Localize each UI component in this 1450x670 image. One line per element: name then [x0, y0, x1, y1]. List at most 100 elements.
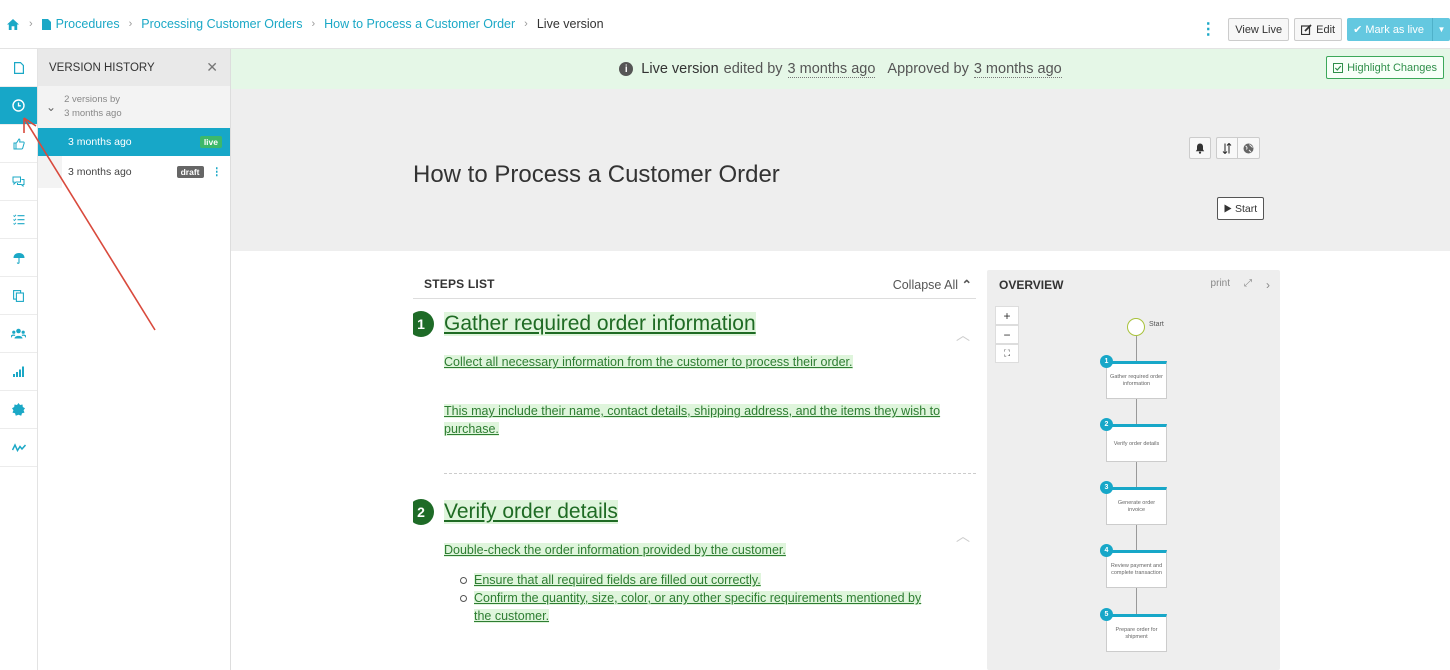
flow-node-number: 1	[1100, 355, 1113, 368]
banner-edited-by: edited by	[723, 61, 783, 77]
zoom-controls: + − ⛶	[995, 306, 1019, 363]
flow-node-number: 2	[1100, 418, 1113, 431]
flow-node-label: Generate order invoice	[1117, 500, 1156, 513]
banner-approved-by: Approved by	[887, 61, 969, 77]
breadcrumb-procedure[interactable]: How to Process a Customer Order	[324, 17, 515, 31]
top-bar: › Procedures › Processing Customer Order…	[0, 0, 1450, 49]
bell-icon[interactable]	[1189, 137, 1211, 159]
version-row-draft[interactable]: 3 months ago draft ⋮	[38, 156, 230, 188]
close-icon[interactable]: ✕	[206, 59, 218, 76]
expand-icon[interactable]: ⤢	[1244, 278, 1252, 292]
flow-node-4[interactable]: Review payment and complete transaction	[1106, 550, 1167, 588]
version-history-panel: VERSION HISTORY ✕ ⌄ 2 versions by 3 mont…	[38, 49, 231, 670]
step-number-badge: 1	[413, 311, 434, 337]
step-paragraph-text: This may include their name, contact det…	[444, 404, 941, 436]
print-link[interactable]: print	[1211, 278, 1230, 292]
toolbar: ⋮ View Live Edit ✔ Mark as live ▼	[1200, 18, 1450, 41]
chevron-up-icon: ⌃	[961, 277, 972, 292]
chevron-up-icon[interactable]: ︿	[956, 526, 970, 546]
rail-users-icon[interactable]	[0, 315, 37, 353]
breadcrumb-current: Live version	[536, 17, 604, 31]
flow-start-node[interactable]	[1127, 318, 1145, 336]
chevron-down-icon[interactable]: ▼	[1432, 18, 1450, 41]
version-options-icon[interactable]: ⋮	[212, 166, 223, 178]
steps-list: STEPS LIST Collapse All ⌃ 1 Gather requi…	[413, 270, 976, 670]
step-bullet-list: Ensure that all required fields are fill…	[460, 571, 940, 625]
mark-as-live-main[interactable]: ✔ Mark as live	[1347, 23, 1432, 37]
flow-connector	[1136, 588, 1137, 614]
flow-node-1[interactable]: Gather required order information	[1106, 361, 1167, 399]
zoom-in-button[interactable]: +	[995, 306, 1019, 325]
chevron-up-icon[interactable]: ︿	[956, 325, 970, 345]
flow-node-3[interactable]: Generate order invoice	[1106, 487, 1167, 525]
chevron-right-icon: ›	[524, 18, 528, 30]
version-row-live[interactable]: 3 months ago live	[38, 128, 230, 156]
highlight-changes-button[interactable]: Highlight Changes	[1326, 56, 1444, 79]
edit-icon	[1301, 24, 1312, 35]
chevron-right-icon: ›	[29, 18, 33, 30]
flow-connector	[1136, 462, 1137, 487]
flow-node-5[interactable]: Prepare order for shipment	[1106, 614, 1167, 652]
rail-copy-icon[interactable]	[0, 277, 37, 315]
step-title-row: 1 Gather required order information	[413, 311, 976, 337]
version-group-line1: 2 versions by	[64, 94, 121, 105]
more-options-icon[interactable]: ⋮	[1200, 21, 1216, 38]
overview-label: OVERVIEW	[999, 277, 1064, 292]
rail-signal-bars-icon[interactable]	[0, 353, 37, 391]
flow-node-label: Verify order details	[1113, 440, 1160, 447]
rail-comments-icon[interactable]	[0, 163, 37, 201]
globe-icon[interactable]	[1238, 137, 1260, 159]
step-bullet-text: Confirm the quantity, size, color, or an…	[474, 591, 922, 623]
breadcrumb-processing-customer-orders[interactable]: Processing Customer Orders	[141, 17, 302, 31]
step-number-badge: 2	[413, 499, 434, 525]
breadcrumb-procedures[interactable]: Procedures	[56, 17, 120, 31]
start-label: Start	[1235, 202, 1258, 215]
steps-list-header: STEPS LIST Collapse All ⌃	[413, 270, 976, 299]
info-icon: i	[619, 62, 634, 76]
version-group-line2: 3 months ago	[64, 108, 122, 119]
breadcrumb: › Procedures › Processing Customer Order…	[6, 17, 604, 31]
draft-badge: draft	[176, 166, 204, 178]
mark-as-live-button[interactable]: ✔ Mark as live ▼	[1347, 18, 1450, 41]
collapse-all-button[interactable]: Collapse All ⌃	[893, 277, 972, 292]
page-title: How to Process a Customer Order	[413, 161, 780, 188]
rail-badge-icon[interactable]	[0, 391, 37, 429]
step-bullet: Ensure that all required fields are fill…	[460, 571, 940, 589]
step-title[interactable]: Gather required order information	[444, 312, 756, 336]
document-icon	[41, 18, 51, 30]
version-history-title: VERSION HISTORY	[49, 61, 155, 74]
mark-as-live-label: Mark as live	[1365, 23, 1424, 36]
edit-button[interactable]: Edit	[1294, 18, 1343, 41]
rail-umbrella-icon[interactable]	[0, 239, 37, 277]
flow-node-2[interactable]: Verify order details	[1106, 424, 1167, 462]
rail-checklist-icon[interactable]	[0, 201, 37, 239]
rail-thumbs-up-icon[interactable]	[0, 125, 37, 163]
flow-node-number: 5	[1100, 608, 1113, 621]
fit-screen-button[interactable]: ⛶	[995, 344, 1019, 363]
chevron-down-icon[interactable]: ⌄	[46, 100, 56, 114]
rail-document-icon[interactable]	[0, 49, 37, 87]
home-icon[interactable]	[6, 18, 20, 31]
chevron-right-icon[interactable]: ›	[1266, 278, 1270, 292]
live-badge: live	[199, 136, 222, 148]
start-button[interactable]: Start	[1217, 197, 1265, 220]
flow-node-label: Gather required order information	[1110, 374, 1163, 387]
procedure-header: How to Process a Customer Order Start	[231, 89, 1450, 251]
zoom-out-button[interactable]: −	[995, 325, 1019, 344]
sort-icon[interactable]	[1216, 137, 1238, 159]
play-icon	[1224, 204, 1232, 213]
version-group[interactable]: ⌄ 2 versions by 3 months ago	[38, 86, 230, 128]
flow-connector	[1136, 336, 1137, 361]
chevron-right-icon: ›	[128, 18, 133, 30]
step-paragraph: Double-check the order information provi…	[444, 541, 976, 559]
overview-panel: OVERVIEW print ⤢ › + − ⛶ Start Gather re…	[987, 270, 1280, 670]
step-bullet: Confirm the quantity, size, color, or an…	[460, 589, 940, 625]
step-paragraph: This may include their name, contact det…	[444, 402, 944, 438]
rail-history-icon[interactable]	[0, 87, 37, 125]
highlight-changes-label: Highlight Changes	[1347, 61, 1437, 74]
flow-start-label: Start	[1149, 321, 1164, 328]
step-title[interactable]: Verify order details	[444, 500, 618, 524]
view-live-button[interactable]: View Live	[1228, 18, 1290, 41]
rail-activity-icon[interactable]	[0, 429, 37, 467]
step-bullet-text: Ensure that all required fields are fill…	[474, 573, 761, 587]
